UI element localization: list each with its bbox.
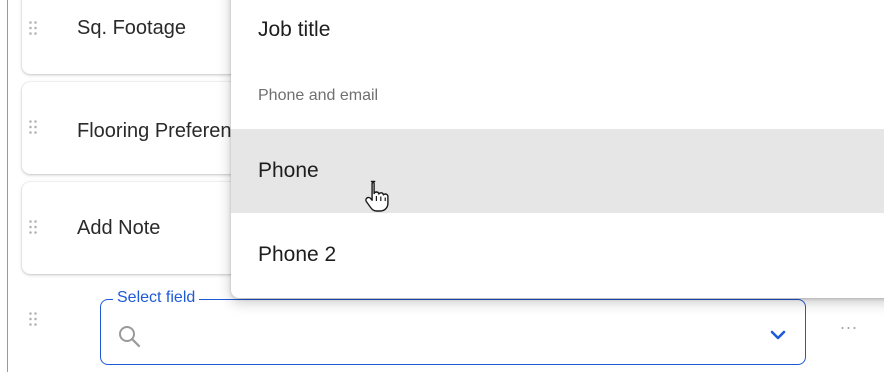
drag-handle-icon[interactable]: [29, 220, 37, 234]
drag-handle-icon[interactable]: [29, 120, 37, 134]
hand-pointer-cursor-icon: [363, 179, 389, 213]
field-row-label: Add Note: [77, 217, 161, 239]
select-field-label: Select field: [113, 288, 200, 308]
drag-handle-icon[interactable]: [29, 21, 37, 35]
panel-left-border: [7, 0, 8, 372]
menu-item-phone-2[interactable]: Phone 2: [231, 213, 884, 297]
row-more-options-button[interactable]: ...: [840, 314, 880, 332]
menu-group-phone-and-email: Phone and email: [258, 87, 379, 104]
select-field-dropdown[interactable]: Select field: [100, 288, 806, 365]
field-config-panel: Sq. Footage Flooring Preference Add Note…: [0, 0, 884, 372]
menu-item-job-title[interactable]: Job title: [231, 0, 884, 72]
select-field-search-input[interactable]: [153, 318, 717, 354]
chevron-down-icon[interactable]: [769, 328, 787, 340]
field-options-menu: Job title Phone and email Phone Phone 2: [231, 0, 884, 298]
drag-handle-icon[interactable]: [29, 312, 37, 326]
field-row-label: Flooring Preference: [77, 120, 253, 142]
search-icon: [117, 324, 143, 350]
menu-item-phone[interactable]: Phone: [231, 129, 884, 213]
field-row-label: Sq. Footage: [77, 17, 186, 39]
